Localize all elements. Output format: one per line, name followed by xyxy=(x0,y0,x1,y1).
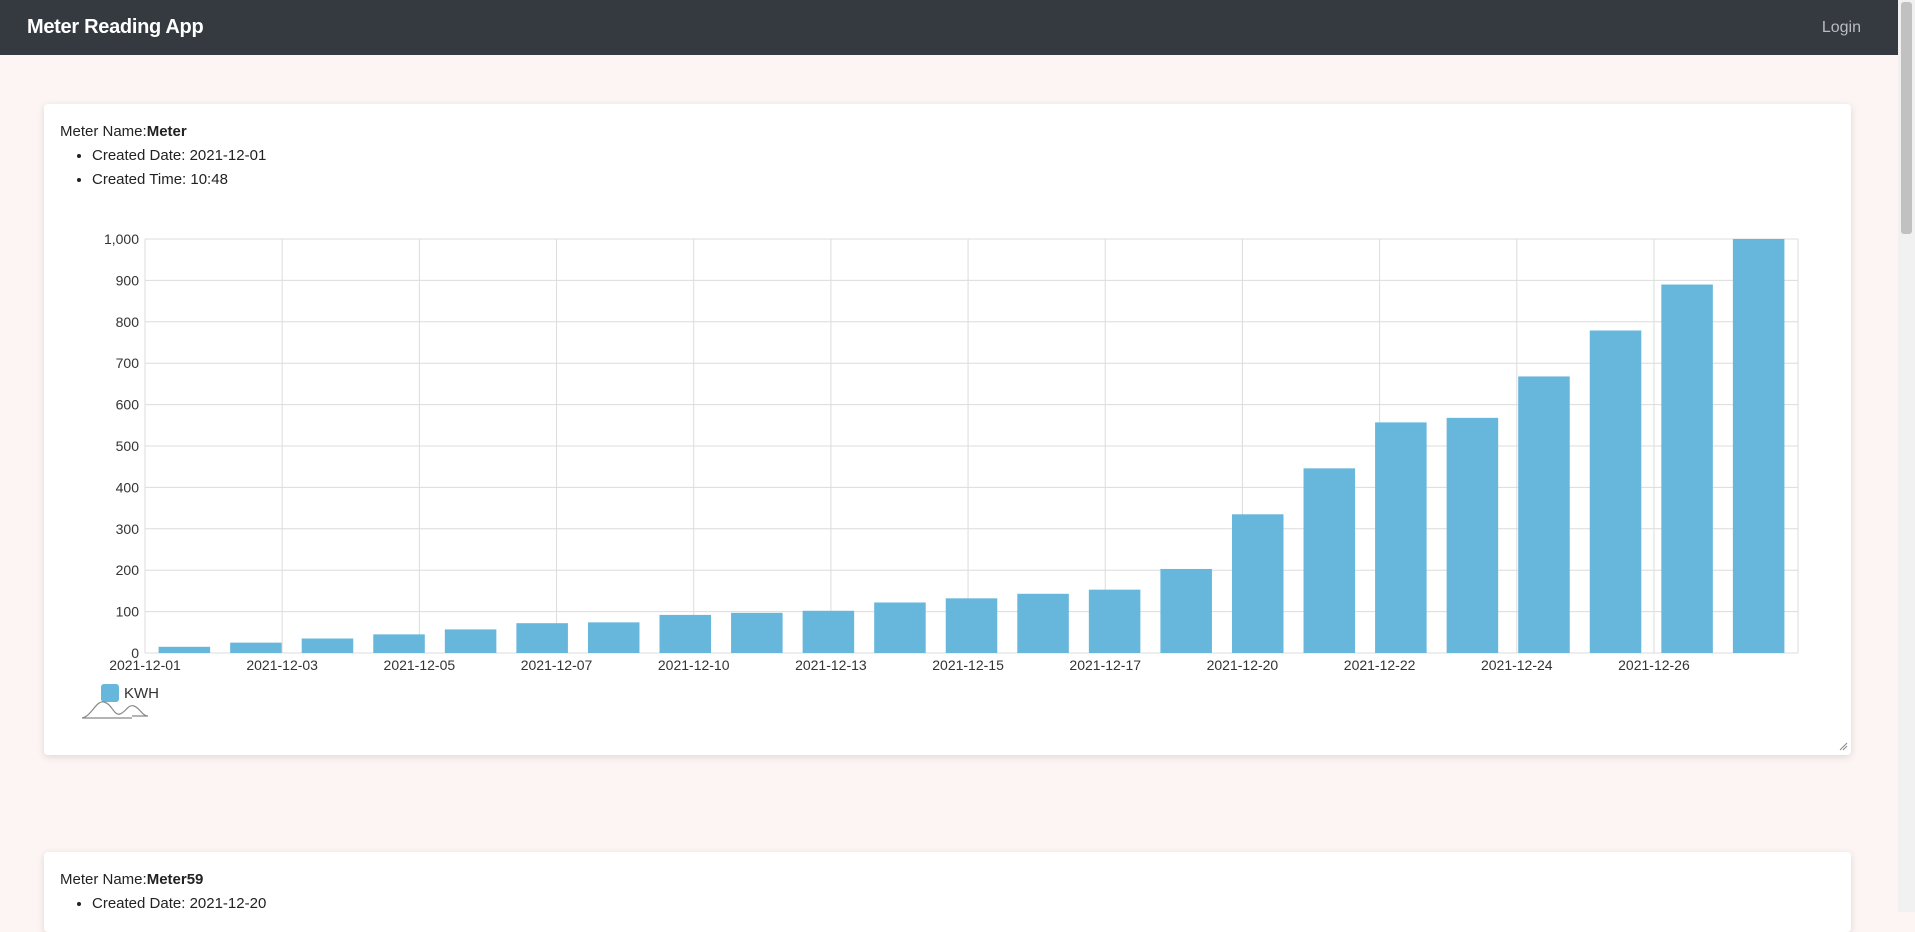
y-tick-label: 700 xyxy=(116,355,140,371)
bar-kwh[interactable] xyxy=(230,642,282,653)
bar-kwh[interactable] xyxy=(1518,376,1570,653)
x-tick-label: 2021-12-13 xyxy=(795,657,867,673)
y-tick-label: 800 xyxy=(116,314,140,330)
bar-kwh[interactable] xyxy=(516,623,568,653)
bar-kwh[interactable] xyxy=(1088,589,1141,653)
bar-kwh[interactable] xyxy=(1589,330,1642,653)
x-tick-label: 2021-12-05 xyxy=(384,657,456,673)
y-tick-label: 600 xyxy=(116,397,140,413)
x-tick-label: 2021-12-17 xyxy=(1069,657,1141,673)
y-tick-label: 900 xyxy=(116,272,140,288)
resize-handle[interactable] xyxy=(1839,742,1848,751)
y-tick-label: 200 xyxy=(116,562,140,578)
meter-info-list: Created Date: 2021-12-20 xyxy=(60,892,1835,916)
meter-card: Meter Name:Meter Created Date: 2021-12-0… xyxy=(44,104,1851,755)
x-tick-label: 2021-12-03 xyxy=(246,657,318,673)
y-axis-ticks: 01002003004005006007008009001,000 xyxy=(104,231,139,661)
x-tick-label: 2021-12-20 xyxy=(1207,657,1279,673)
bar-kwh[interactable] xyxy=(731,612,783,653)
x-tick-label: 2021-12-22 xyxy=(1344,657,1416,673)
bar-kwh[interactable] xyxy=(158,646,211,653)
y-tick-label: 500 xyxy=(116,438,140,454)
bar-kwh[interactable] xyxy=(1446,417,1499,653)
bar-kwh[interactable] xyxy=(373,634,425,653)
chart-legend[interactable]: KWH xyxy=(101,684,159,702)
bar-kwh[interactable] xyxy=(1661,284,1713,653)
created-date-item: Created Date: 2021-12-20 xyxy=(92,892,1835,916)
x-tick-label: 2021-12-26 xyxy=(1618,657,1690,673)
created-date-value: 2021-12-20 xyxy=(189,895,267,912)
x-tick-label: 2021-12-24 xyxy=(1481,657,1553,673)
legend-swatch-kwh[interactable] xyxy=(101,684,119,702)
y-tick-label: 100 xyxy=(116,604,140,620)
bar-kwh[interactable] xyxy=(802,610,855,653)
bar-kwh[interactable] xyxy=(659,614,712,653)
x-tick-label: 2021-12-01 xyxy=(109,657,181,673)
x-tick-label: 2021-12-15 xyxy=(932,657,1004,673)
bar-kwh[interactable] xyxy=(301,638,354,653)
bar-kwh[interactable] xyxy=(1375,422,1427,653)
app-brand[interactable]: Meter Reading App xyxy=(27,16,204,39)
wave-icon xyxy=(81,701,149,719)
bar-kwh[interactable] xyxy=(1160,568,1212,653)
bar-kwh[interactable] xyxy=(1231,514,1284,653)
x-tick-label: 2021-12-10 xyxy=(658,657,730,673)
y-tick-label: 1,000 xyxy=(104,231,139,247)
y-tick-label: 400 xyxy=(116,479,140,495)
scrollbar-thumb[interactable] xyxy=(1901,2,1912,234)
kwh-bar-chart: 01002003004005006007008009001,000 2021-1… xyxy=(81,231,1848,751)
vertical-scrollbar[interactable] xyxy=(1898,0,1915,912)
meter-name-label: Meter Name: xyxy=(60,871,147,888)
bar-kwh[interactable] xyxy=(587,622,640,653)
bar-kwh[interactable] xyxy=(1017,593,1069,653)
meter-card: Meter Name:Meter59 Created Date: 2021-12… xyxy=(44,852,1851,932)
meter-name-line: Meter Name:Meter59 xyxy=(60,868,1835,892)
created-date-label: Created Date: xyxy=(92,895,190,912)
x-tick-label: 2021-12-07 xyxy=(521,657,593,673)
bar-kwh[interactable] xyxy=(444,629,497,653)
meter-name: Meter59 xyxy=(146,871,204,888)
navbar: Meter Reading App Login xyxy=(0,0,1898,55)
bar-kwh[interactable] xyxy=(1732,239,1785,653)
login-link[interactable]: Login xyxy=(1822,19,1861,37)
bar-kwh[interactable] xyxy=(1303,468,1356,653)
y-tick-label: 300 xyxy=(116,521,140,537)
bar-kwh[interactable] xyxy=(874,602,926,653)
x-axis-ticks: 2021-12-01 2021-12-03 2021-12-05 2021-12-07… xyxy=(109,657,1690,673)
bar-kwh[interactable] xyxy=(945,598,998,653)
legend-label-kwh[interactable]: KWH xyxy=(124,685,159,702)
